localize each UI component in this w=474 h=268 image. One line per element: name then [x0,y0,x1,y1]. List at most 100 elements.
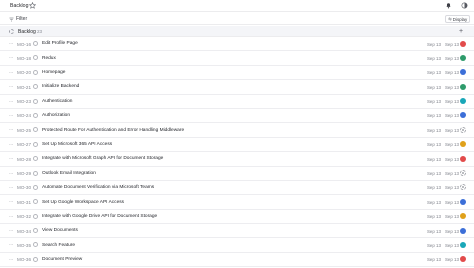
status-circle-icon[interactable] [33,98,38,104]
priority-icon[interactable]: ··· [9,55,13,61]
priority-icon[interactable]: ··· [9,156,13,162]
status-circle-icon[interactable] [33,41,38,46]
issue-title: Authorization [42,113,70,119]
issue-row[interactable]: ··· MO-16 Edit Profile Page Sep 13 Sep 13 [0,37,474,52]
priority-icon[interactable]: ··· [9,228,13,234]
unassigned-avatar-icon[interactable] [460,170,466,177]
issue-row[interactable]: ··· MO-31 Set Up Google Workspace API Acce… [0,195,474,210]
status-circle-icon[interactable] [33,156,38,162]
priority-icon[interactable]: ··· [9,127,13,133]
assignee-avatar[interactable] [460,155,466,162]
issue-title: Authentication [42,98,73,104]
issue-title: Initialize Backend [42,84,80,90]
issue-row[interactable]: ··· MO-35 Search Feature Sep 13 Sep 13 [0,238,474,253]
display-button[interactable]: Display [445,15,470,23]
issue-updated-date: Sep 13 [445,142,459,148]
issue-row[interactable]: ··· MO-29 Outlook Email Integration Sep 13 S… [0,167,474,181]
issue-created-date: Sep 13 [427,84,441,90]
priority-icon[interactable]: ··· [9,84,13,90]
issue-updated-date: Sep 13 [445,199,459,205]
status-circle-icon[interactable] [33,55,38,61]
priority-icon[interactable]: ··· [9,99,13,105]
status-circle-icon[interactable] [33,112,38,118]
issue-id: MO-20 [17,70,32,76]
issue-row[interactable]: ··· MO-30 Automate Document Verification v… [0,181,474,196]
star-icon[interactable] [29,2,36,9]
bell-icon[interactable] [445,2,452,9]
issue-created-date: Sep 13 [427,142,441,148]
filter-button[interactable]: Filter [9,15,27,23]
status-circle-icon[interactable] [33,170,38,176]
issue-row[interactable]: ··· MO-34 View Documents Sep 13 Sep 13 [0,224,474,239]
group-count: 23 [37,29,43,34]
assignee-avatar[interactable] [460,241,466,248]
priority-icon[interactable]: ··· [9,185,13,191]
status-circle-icon[interactable] [33,256,38,262]
issue-row[interactable]: ··· MO-25 Protected Route For Authenticati… [0,123,474,138]
issue-row[interactable]: ··· MO-20 Homepage Sep 13 Sep 13 [0,66,474,81]
assignee-avatar[interactable] [460,213,466,220]
filter-icon [9,17,14,21]
group-header-backlog[interactable]: Backlog 23 + [0,26,474,37]
priority-icon[interactable]: ··· [9,242,13,248]
issue-list: ··· MO-16 Edit Profile Page Sep 13 Sep 13 ···… [0,37,474,268]
priority-icon[interactable]: ··· [9,214,13,220]
priority-icon[interactable]: ··· [9,199,13,205]
assignee-avatar[interactable] [460,256,466,263]
issue-updated-date: Sep 13 [445,55,459,61]
issue-created-date: Sep 13 [427,228,441,234]
assignee-avatar[interactable] [460,112,466,119]
issue-created-date: Sep 13 [427,70,441,76]
issue-title: Integrate with Google Drive API for Docu… [42,213,158,219]
issue-updated-date: Sep 13 [445,228,459,234]
add-issue-button[interactable]: + [459,27,463,36]
issue-created-date: Sep 13 [427,214,441,220]
status-circle-icon[interactable] [33,141,38,147]
issue-row[interactable]: ··· MO-18 Redux Sep 13 Sep 13 [0,51,474,66]
issue-row[interactable]: ··· MO-24 Authorization Sep 13 Sep 13 [0,109,474,124]
assignee-avatar[interactable] [460,198,466,205]
unassigned-avatar-icon[interactable] [460,126,466,133]
status-circle-icon[interactable] [33,199,38,205]
status-circle-icon[interactable] [33,213,38,219]
assignee-avatar[interactable] [460,40,466,47]
assignee-avatar[interactable] [460,69,466,76]
issue-row[interactable]: ··· MO-28 Integrate with Microsoft Graph A… [0,152,474,167]
issue-title: View Documents [42,228,78,234]
assignee-avatar[interactable] [460,98,466,105]
priority-icon[interactable]: ··· [9,70,13,76]
assignee-avatar[interactable] [460,83,466,90]
priority-icon[interactable]: ··· [9,257,13,263]
assignee-avatar[interactable] [460,227,466,234]
issue-created-date: Sep 13 [427,257,441,263]
assignee-avatar[interactable] [460,141,466,148]
status-circle-icon[interactable] [33,242,38,248]
priority-icon[interactable]: ··· [9,142,13,148]
status-circle-icon[interactable] [33,228,38,234]
layout-panel-icon[interactable] [461,2,468,9]
priority-icon[interactable]: ··· [9,171,13,177]
status-circle-icon[interactable] [33,69,38,75]
issue-row[interactable]: ··· MO-32 Integrate with Google Drive API … [0,210,474,225]
assignee-avatar[interactable] [460,54,466,61]
issue-id: MO-34 [17,228,32,234]
issue-updated-date: Sep 13 [445,70,459,76]
group-name: Backlog [18,29,36,35]
issue-row[interactable]: ··· MO-27 Set Up Microsoft 365 API Access S… [0,138,474,153]
issue-id: MO-25 [17,127,32,133]
filter-bar: Filter Display [0,13,474,25]
issue-id: MO-32 [17,214,32,220]
page-title: Backlog [10,3,29,9]
issue-row[interactable]: ··· MO-36 Document Preview Sep 13 Sep 13 [0,253,474,268]
unassigned-avatar-icon[interactable] [460,184,466,191]
issue-updated-date: Sep 13 [445,84,459,90]
issue-created-date: Sep 13 [427,171,441,177]
issue-row[interactable]: ··· MO-21 Initialize Backend Sep 13 Sep 13 [0,80,474,95]
priority-icon[interactable]: ··· [9,113,13,119]
status-circle-icon[interactable] [33,127,38,133]
issue-row[interactable]: ··· MO-23 Authentication Sep 13 Sep 13 [0,95,474,109]
priority-icon[interactable]: ··· [9,41,13,47]
status-circle-icon[interactable] [33,84,38,90]
issue-created-date: Sep 13 [427,156,441,162]
status-circle-icon[interactable] [33,184,38,190]
